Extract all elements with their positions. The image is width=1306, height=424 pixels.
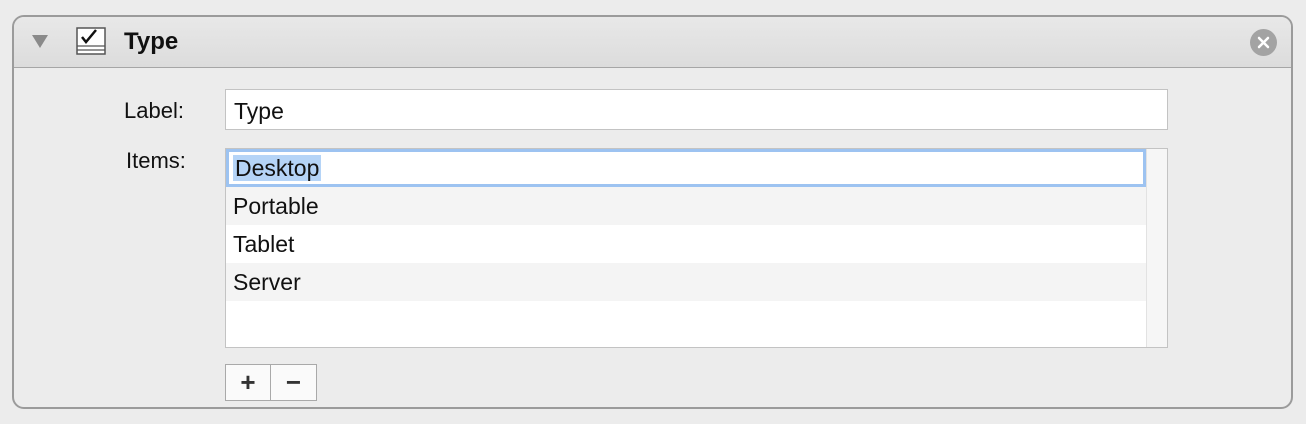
- list-item-label: Portable: [233, 193, 319, 219]
- checkbox-list-icon: [76, 27, 106, 55]
- items-caption: Items:: [126, 148, 186, 173]
- label-field[interactable]: Type: [225, 89, 1168, 130]
- add-remove-control: + −: [225, 364, 317, 401]
- list-item-tablet[interactable]: Tablet: [226, 225, 1146, 263]
- action-panel: Type Label: Type Items: Desktop Portable…: [12, 15, 1293, 409]
- list-item-empty: [226, 301, 1146, 339]
- items-list[interactable]: Desktop Portable Tablet Server: [225, 148, 1168, 348]
- list-item-portable[interactable]: Portable: [226, 187, 1146, 225]
- close-button[interactable]: [1250, 29, 1277, 56]
- remove-item-button[interactable]: −: [271, 365, 316, 400]
- list-item-label[interactable]: Desktop: [233, 155, 322, 181]
- list-item-label: Server: [233, 269, 301, 295]
- list-item-label: Tablet: [233, 231, 295, 257]
- list-scrollbar[interactable]: [1146, 149, 1167, 347]
- list-item-server[interactable]: Server: [226, 263, 1146, 301]
- disclosure-triangle-icon[interactable]: [32, 35, 48, 48]
- items-rows: Desktop Portable Tablet Server: [226, 149, 1146, 339]
- add-item-button[interactable]: +: [226, 365, 271, 400]
- label-caption: Label:: [124, 98, 184, 123]
- panel-header: Type: [14, 17, 1291, 68]
- panel-title: Type: [124, 28, 179, 55]
- close-circle-icon: [1257, 36, 1270, 49]
- list-item-desktop[interactable]: Desktop: [226, 149, 1146, 187]
